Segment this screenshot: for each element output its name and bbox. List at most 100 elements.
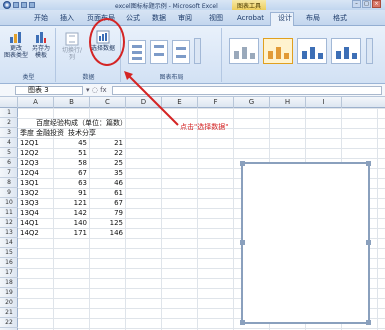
- cell-tech[interactable]: 46: [90, 178, 123, 188]
- cell-finance[interactable]: 63: [54, 178, 87, 188]
- header-tech[interactable]: 技术分享: [68, 128, 96, 138]
- undo-icon[interactable]: [21, 2, 27, 8]
- cell-tech[interactable]: 125: [90, 218, 123, 228]
- resize-handle[interactable]: [366, 161, 371, 166]
- row-header[interactable]: 14: [0, 238, 18, 248]
- row-header[interactable]: 13: [0, 228, 18, 238]
- tab-9[interactable]: 布局: [306, 12, 320, 26]
- styles-scroll[interactable]: [366, 38, 373, 64]
- row-header[interactable]: 1: [0, 108, 18, 118]
- change-chart-type-button[interactable]: 更改 图表类型: [4, 30, 28, 59]
- chart-style-3[interactable]: [297, 38, 327, 64]
- column-header[interactable]: B: [54, 97, 90, 108]
- name-box[interactable]: 图表 3: [15, 86, 83, 95]
- header-finance[interactable]: 金融投资: [36, 128, 64, 138]
- tab-0[interactable]: 开始: [34, 12, 48, 26]
- layouts-scroll[interactable]: [194, 38, 201, 64]
- chart-style-2[interactable]: [263, 38, 293, 64]
- tab-4[interactable]: 数据: [152, 12, 166, 26]
- row-header[interactable]: 10: [0, 198, 18, 208]
- cell-finance[interactable]: 140: [54, 218, 87, 228]
- column-header[interactable]: I: [306, 97, 342, 108]
- row-header[interactable]: 21: [0, 308, 18, 318]
- cell-finance[interactable]: 58: [54, 158, 87, 168]
- cell-tech[interactable]: 146: [90, 228, 123, 238]
- sheet-title-cell[interactable]: 百度经验构成（单位：篇数）: [36, 118, 127, 128]
- cell-quarter[interactable]: 12Q1: [20, 138, 39, 148]
- cell-finance[interactable]: 142: [54, 208, 87, 218]
- cell-finance[interactable]: 45: [54, 138, 87, 148]
- cell-quarter[interactable]: 14Q1: [20, 218, 39, 228]
- window-controls[interactable]: – □ ×: [352, 0, 381, 9]
- tab-6[interactable]: 视图: [209, 12, 223, 26]
- column-header[interactable]: E: [162, 97, 198, 108]
- minimize-icon[interactable]: –: [352, 0, 361, 8]
- switch-row-column-button[interactable]: 切换行/列: [59, 32, 85, 61]
- column-header[interactable]: A: [18, 97, 54, 108]
- close-icon[interactable]: ×: [372, 0, 381, 8]
- cell-tech[interactable]: 35: [90, 168, 123, 178]
- cell-quarter[interactable]: 12Q3: [20, 158, 39, 168]
- column-header[interactable]: C: [90, 97, 126, 108]
- column-header[interactable]: G: [234, 97, 270, 108]
- resize-handle[interactable]: [240, 240, 245, 245]
- save-as-template-button[interactable]: 另存为 模板: [29, 30, 53, 59]
- tab-7[interactable]: Acrobat: [237, 12, 264, 26]
- chart-layout-1[interactable]: [128, 40, 146, 64]
- cell-tech[interactable]: 67: [90, 198, 123, 208]
- row-header[interactable]: 6: [0, 158, 18, 168]
- tab-1[interactable]: 插入: [60, 12, 74, 26]
- cell-quarter[interactable]: 13Q3: [20, 198, 39, 208]
- save-icon[interactable]: [13, 2, 19, 8]
- redo-icon[interactable]: [29, 2, 35, 8]
- chart-layout-2[interactable]: [150, 40, 168, 64]
- fx-icon[interactable]: fx: [100, 86, 107, 94]
- office-button[interactable]: [3, 1, 11, 9]
- select-all-corner[interactable]: [0, 97, 18, 108]
- cell-finance[interactable]: 171: [54, 228, 87, 238]
- chart-style-1[interactable]: [229, 38, 259, 64]
- resize-handle[interactable]: [366, 320, 371, 325]
- column-header[interactable]: H: [270, 97, 306, 108]
- cell-quarter[interactable]: 13Q1: [20, 178, 39, 188]
- row-header[interactable]: 16: [0, 258, 18, 268]
- resize-handle[interactable]: [240, 320, 245, 325]
- quick-access-toolbar[interactable]: [3, 1, 35, 9]
- row-header[interactable]: 2: [0, 118, 18, 128]
- cell-finance[interactable]: 91: [54, 188, 87, 198]
- cell-tech[interactable]: 22: [90, 148, 123, 158]
- tab-5[interactable]: 审阅: [178, 12, 192, 26]
- row-header[interactable]: 19: [0, 288, 18, 298]
- worksheet-grid[interactable]: 百度经验构成（单位：篇数） 季度 金融投资 技术分享 12Q1 45 21 12Q2 5…: [18, 108, 385, 330]
- maximize-icon[interactable]: □: [362, 0, 371, 8]
- chart-style-4[interactable]: [331, 38, 361, 64]
- formula-input[interactable]: [112, 86, 382, 95]
- row-header[interactable]: 22: [0, 318, 18, 328]
- cell-quarter[interactable]: 12Q4: [20, 168, 39, 178]
- row-header[interactable]: 5: [0, 148, 18, 158]
- tab-2[interactable]: 页面布局: [87, 12, 115, 26]
- chart-area[interactable]: [240, 161, 371, 325]
- cell-tech[interactable]: 79: [90, 208, 123, 218]
- row-header[interactable]: 17: [0, 268, 18, 278]
- row-header[interactable]: 12: [0, 218, 18, 228]
- cell-tech[interactable]: 21: [90, 138, 123, 148]
- cell-quarter[interactable]: 13Q2: [20, 188, 39, 198]
- chart-layout-3[interactable]: [172, 40, 190, 64]
- cell-quarter[interactable]: 14Q2: [20, 228, 39, 238]
- tab-8[interactable]: 设计: [278, 12, 292, 26]
- column-header[interactable]: F: [198, 97, 234, 108]
- row-header[interactable]: 9: [0, 188, 18, 198]
- row-header[interactable]: 15: [0, 248, 18, 258]
- row-header[interactable]: 4: [0, 138, 18, 148]
- select-data-button[interactable]: 选择数据: [89, 30, 117, 66]
- resize-handle[interactable]: [366, 240, 371, 245]
- tab-10[interactable]: 格式: [333, 12, 347, 26]
- cell-finance[interactable]: 121: [54, 198, 87, 208]
- cell-tech[interactable]: 61: [90, 188, 123, 198]
- row-header[interactable]: 3: [0, 128, 18, 138]
- header-season[interactable]: 季度: [20, 128, 34, 138]
- row-header[interactable]: 20: [0, 298, 18, 308]
- row-header[interactable]: 18: [0, 278, 18, 288]
- column-header[interactable]: D: [126, 97, 162, 108]
